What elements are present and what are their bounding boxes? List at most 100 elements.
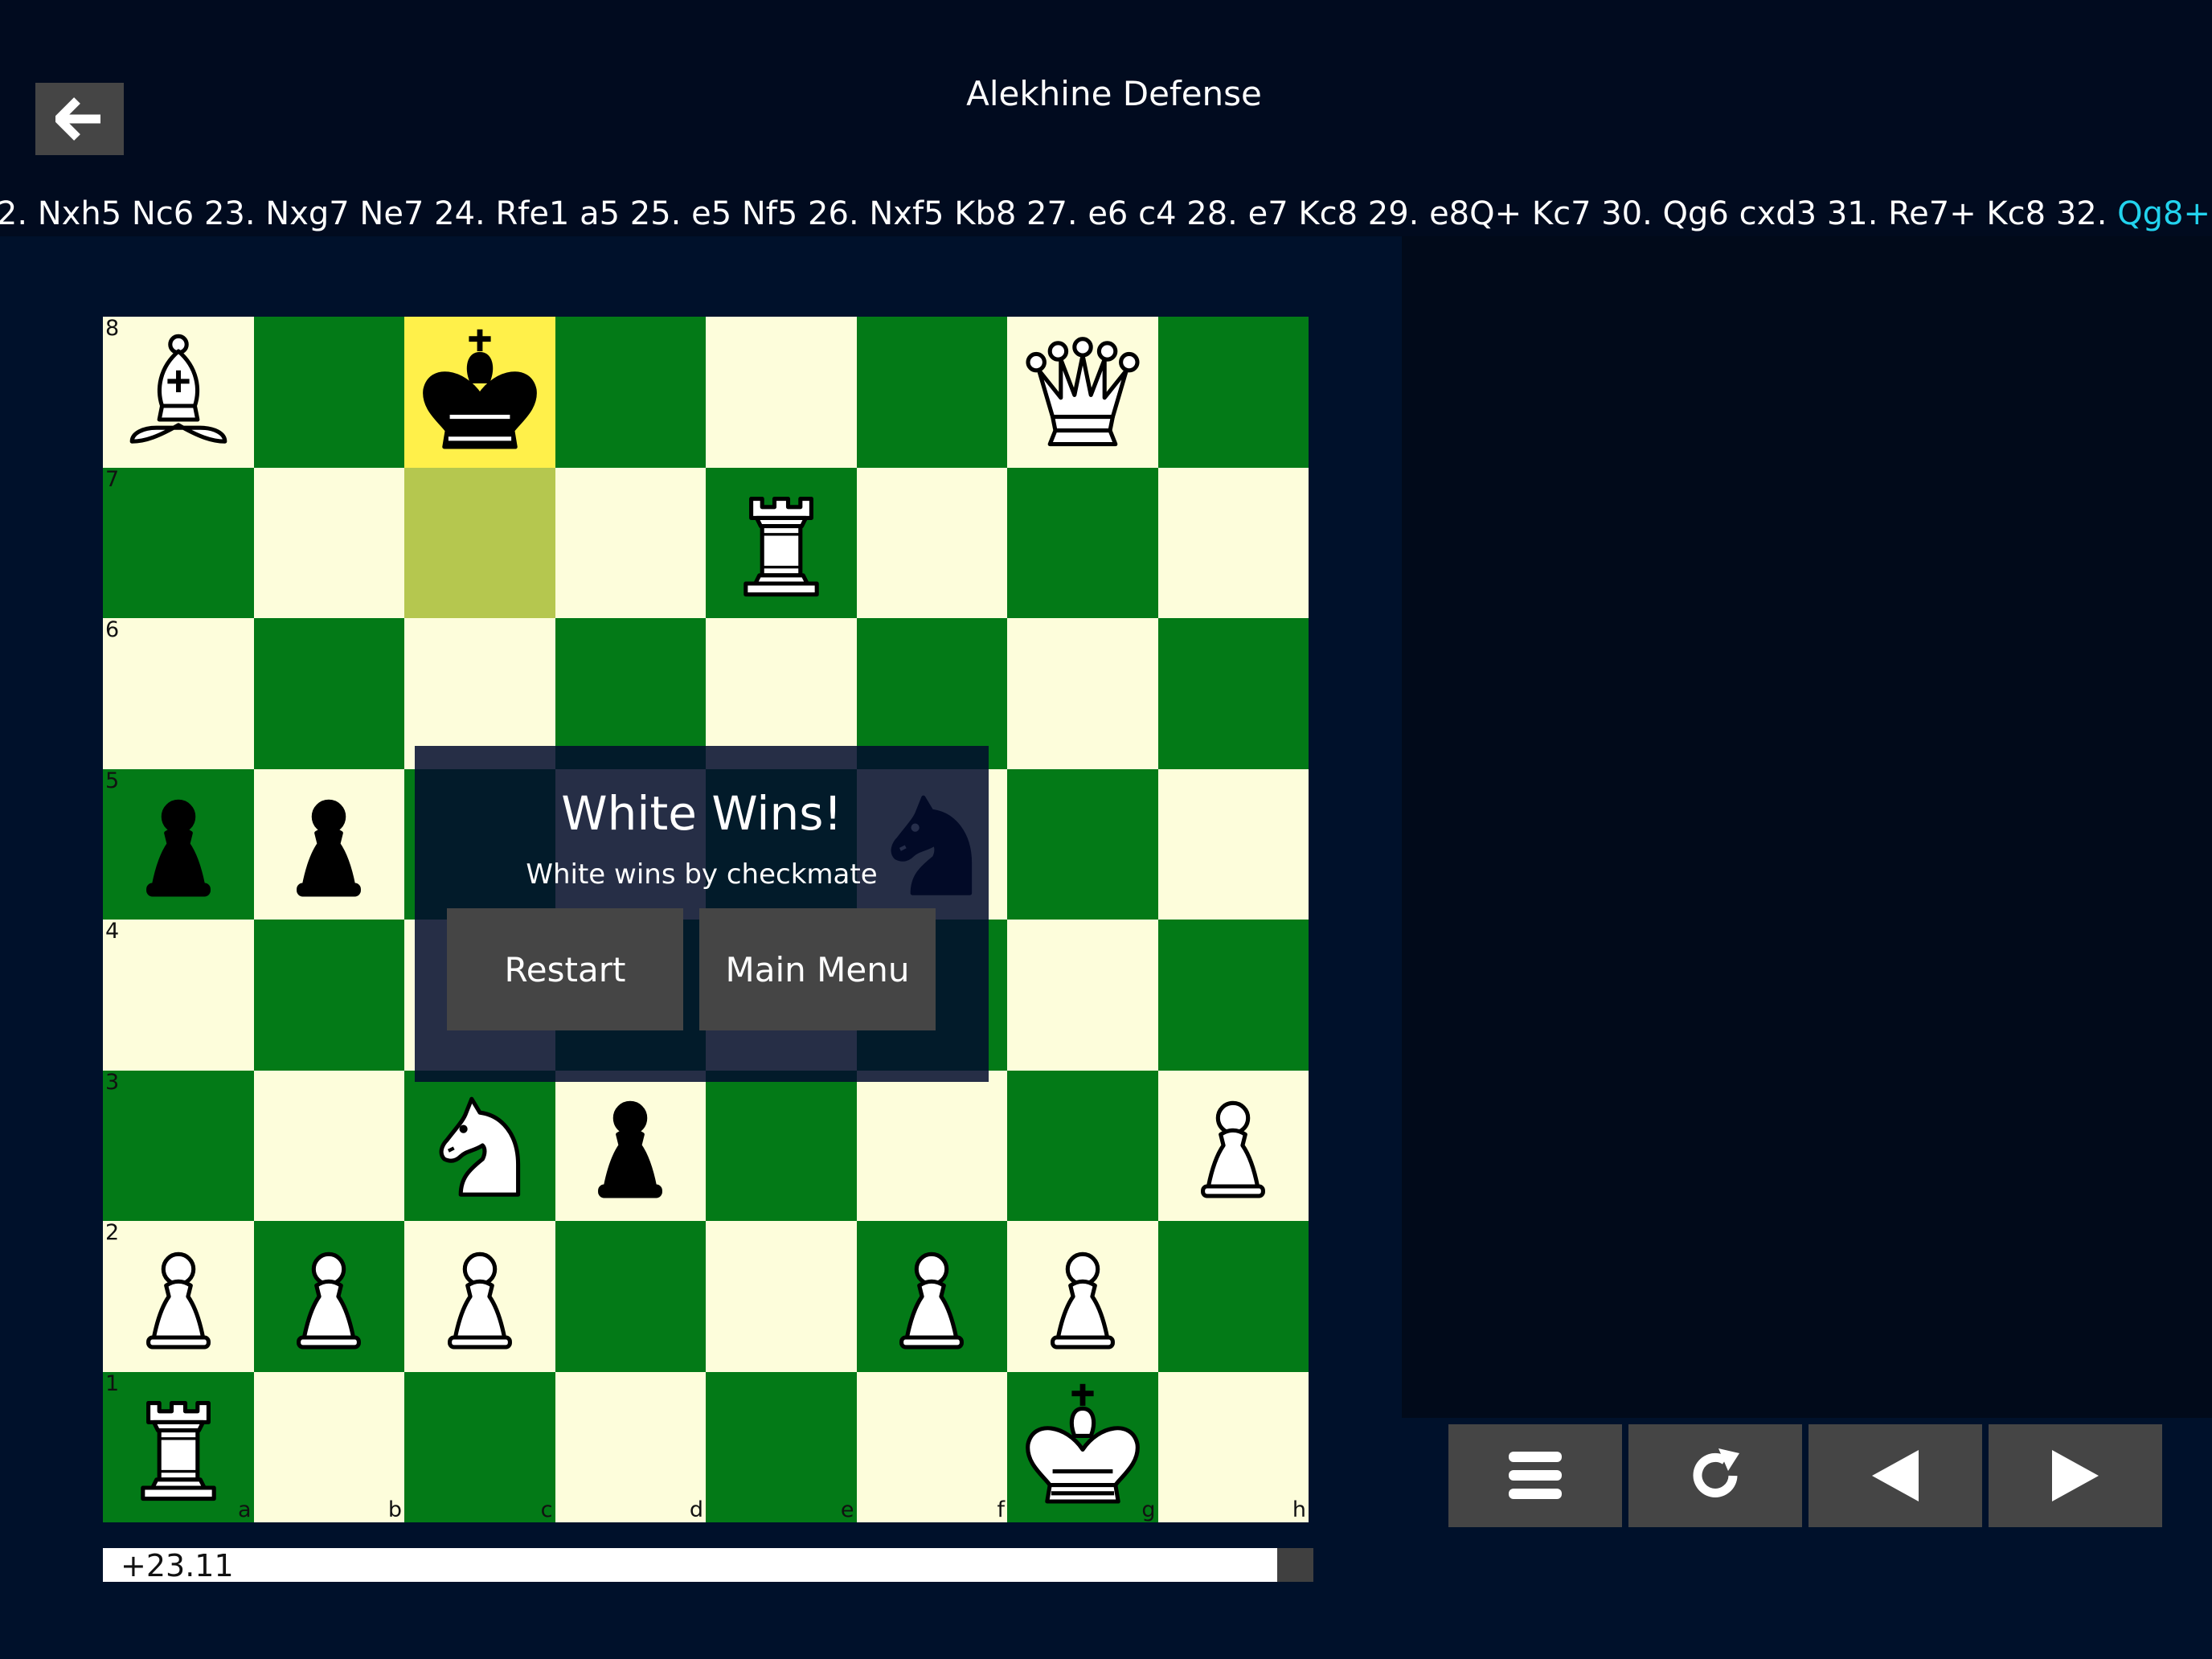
restart-game-button[interactable]: Restart — [447, 908, 683, 1030]
move-history: Kc7 22. Nxh5 Nc6 23. Nxg7 Ne7 24. Rfe1 a… — [0, 191, 2210, 236]
rank-label: 4 — [105, 919, 120, 944]
white-rook-icon[interactable] — [713, 474, 850, 611]
white-pawn-icon[interactable] — [1165, 1077, 1301, 1214]
square-h6[interactable] — [1157, 618, 1309, 769]
square-b6[interactable] — [253, 618, 404, 769]
white-pawn-icon[interactable] — [260, 1228, 397, 1365]
triangle-right-icon — [2052, 1450, 2099, 1501]
white-queen-icon[interactable] — [1014, 324, 1151, 461]
square-f8[interactable] — [856, 317, 1007, 468]
square-f7[interactable] — [856, 467, 1007, 618]
square-h7[interactable] — [1157, 467, 1309, 618]
next-move-button[interactable] — [1989, 1424, 2162, 1527]
restart-button[interactable] — [1628, 1424, 1802, 1527]
square-g3[interactable] — [1007, 1070, 1158, 1221]
square-a7[interactable]: 7 — [103, 466, 254, 618]
rank-label: 3 — [105, 1069, 120, 1095]
square-e8[interactable] — [706, 317, 857, 468]
file-label: g — [1141, 1497, 1156, 1522]
square-f2[interactable] — [856, 1221, 1007, 1372]
square-c2[interactable] — [404, 1221, 555, 1372]
file-label: c — [540, 1497, 553, 1522]
black-pawn-icon[interactable] — [562, 1077, 698, 1214]
square-g6[interactable] — [1007, 618, 1158, 769]
square-g4[interactable] — [1007, 920, 1158, 1071]
square-h4[interactable] — [1157, 920, 1309, 1071]
square-b5[interactable] — [253, 768, 404, 920]
square-d3[interactable] — [555, 1070, 706, 1221]
square-g5[interactable] — [1007, 768, 1158, 920]
rank-label: 1 — [105, 1370, 120, 1396]
square-b7[interactable] — [253, 467, 404, 618]
file-label: b — [387, 1497, 402, 1522]
square-c1[interactable]: c — [404, 1371, 555, 1522]
move-history-text: Kc7 22. Nxh5 Nc6 23. Nxg7 Ne7 24. Rfe1 a… — [0, 195, 2118, 232]
square-c8[interactable] — [404, 317, 555, 468]
square-g8[interactable] — [1007, 317, 1158, 468]
refresh-icon — [1693, 1448, 1739, 1497]
square-h3[interactable] — [1157, 1070, 1309, 1221]
square-d1[interactable]: d — [555, 1371, 706, 1522]
square-h5[interactable] — [1157, 768, 1309, 920]
square-f1[interactable]: f — [856, 1371, 1007, 1522]
square-d8[interactable] — [555, 317, 706, 468]
rank-label: 2 — [105, 1220, 120, 1245]
square-a3[interactable]: 3 — [103, 1069, 254, 1221]
square-a8[interactable]: 8 — [103, 317, 254, 468]
rank-label: 5 — [105, 768, 120, 793]
top-bar: Alekhine Defense Kc7 22. Nxh5 Nc6 23. Nx… — [0, 0, 2212, 236]
square-g7[interactable] — [1007, 467, 1158, 618]
black-pawn-icon[interactable] — [110, 776, 247, 912]
page-title: Alekhine Defense — [966, 74, 1262, 113]
previous-move-button[interactable] — [1809, 1424, 1982, 1527]
game-result-subtitle: White wins by checkmate — [526, 858, 878, 891]
last-move: Qg8+ — [2117, 195, 2210, 232]
white-knight-icon[interactable] — [412, 1077, 548, 1214]
square-a5[interactable]: 5 — [103, 768, 254, 920]
square-b4[interactable] — [253, 920, 404, 1071]
game-over-dialog: White Wins! White wins by checkmate Rest… — [415, 746, 989, 1082]
file-label: d — [689, 1497, 703, 1522]
evaluation-score: +23.11 — [121, 1548, 234, 1583]
file-label: e — [840, 1497, 854, 1522]
rank-label: 8 — [105, 316, 120, 341]
square-g1[interactable]: g — [1007, 1371, 1158, 1522]
square-a2[interactable]: 2 — [103, 1221, 254, 1372]
black-pawn-icon[interactable] — [260, 776, 397, 912]
square-d2[interactable] — [555, 1221, 706, 1372]
square-f3[interactable] — [856, 1070, 1007, 1221]
white-bishop-icon[interactable] — [110, 324, 247, 461]
square-e3[interactable] — [706, 1070, 857, 1221]
square-a4[interactable]: 4 — [103, 920, 254, 1071]
rank-label: 7 — [105, 466, 120, 492]
square-e1[interactable]: e — [706, 1371, 857, 1522]
square-h8[interactable] — [1157, 317, 1309, 468]
square-a1[interactable]: 1a — [103, 1370, 254, 1522]
square-h1[interactable]: h — [1157, 1371, 1309, 1522]
square-e2[interactable] — [706, 1221, 857, 1372]
menu-button[interactable] — [1448, 1424, 1622, 1527]
main-menu-button[interactable]: Main Menu — [699, 908, 936, 1030]
game-result-title: White Wins! — [561, 786, 842, 841]
white-pawn-icon[interactable] — [110, 1228, 247, 1365]
white-pawn-icon[interactable] — [863, 1228, 1000, 1365]
square-b2[interactable] — [253, 1221, 404, 1372]
black-king-icon[interactable] — [412, 324, 548, 461]
square-h2[interactable] — [1157, 1221, 1309, 1372]
square-b3[interactable] — [253, 1070, 404, 1221]
white-pawn-icon[interactable] — [1014, 1228, 1151, 1365]
square-g2[interactable] — [1007, 1221, 1158, 1372]
square-e7[interactable] — [706, 467, 857, 618]
white-rook-icon[interactable] — [110, 1378, 247, 1515]
file-label: a — [237, 1497, 252, 1522]
square-d7[interactable] — [555, 467, 706, 618]
square-c3[interactable] — [404, 1070, 555, 1221]
square-c7[interactable] — [404, 467, 555, 618]
white-pawn-icon[interactable] — [412, 1228, 548, 1365]
evaluation-fill — [103, 1548, 1277, 1582]
square-b1[interactable]: b — [253, 1371, 404, 1522]
white-king-icon[interactable] — [1014, 1378, 1151, 1515]
square-a6[interactable]: 6 — [103, 618, 254, 769]
square-b8[interactable] — [253, 317, 404, 468]
evaluation-bar: +23.11 — [103, 1548, 1313, 1583]
